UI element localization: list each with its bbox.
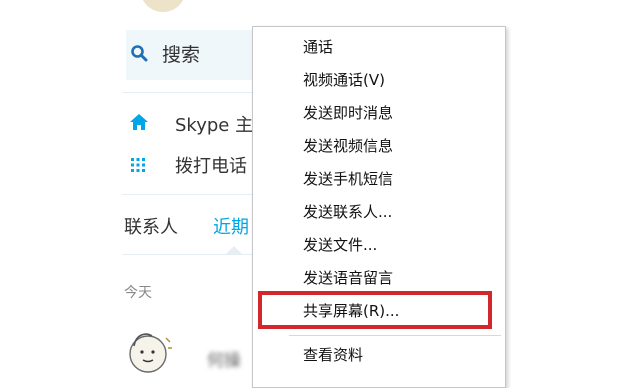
home-icon [130,114,148,130]
menu-item-view-profile[interactable]: 查看资料 [303,345,363,365]
divider [122,254,258,255]
menu-item-send-contacts[interactable]: 发送联系人... [303,202,392,222]
menu-item-send-voice-message[interactable]: 发送语音留言 [303,268,393,288]
menu-separator [289,335,501,336]
sidebar-item-skype-home[interactable]: Skype 主 [175,111,253,137]
contact-avatar[interactable] [126,328,174,376]
share-screen-highlight-box [258,291,492,329]
tab-recent[interactable]: 近期 [213,213,249,239]
divider [122,194,258,195]
contact-name[interactable]: 何操 [207,346,241,371]
section-label-today: 今天 [124,285,152,301]
active-tab-indicator [226,246,242,254]
menu-item-call[interactable]: 通话 [303,37,333,57]
menu-item-send-video-message[interactable]: 发送视频信息 [303,136,393,156]
menu-item-send-im[interactable]: 发送即时消息 [303,103,393,123]
search-label[interactable]: 搜索 [162,40,200,67]
search-icon [131,45,148,62]
context-menu: 通话 视频通话(V) 发送即时消息 发送视频信息 发送手机短信 发送联系人...… [252,26,506,388]
dialpad-icon [131,158,145,172]
menu-item-video-call[interactable]: 视频通话(V) [303,70,385,90]
tab-contacts[interactable]: 联系人 [124,213,178,239]
menu-item-send-sms[interactable]: 发送手机短信 [303,169,393,189]
sidebar-item-dial[interactable]: 拨打电话 [175,152,247,178]
menu-item-send-file[interactable]: 发送文件... [303,235,377,255]
divider [122,92,258,93]
